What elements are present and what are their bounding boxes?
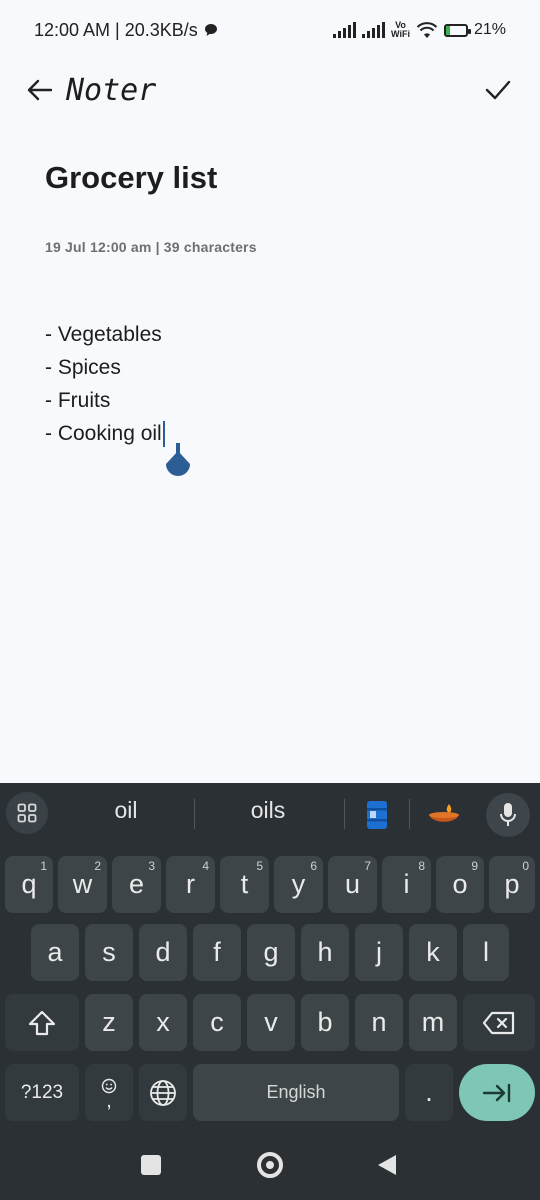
- key-hint: 6: [310, 859, 317, 873]
- space-bar-label: English: [266, 1082, 326, 1102]
- key-v[interactable]: v: [247, 994, 295, 1051]
- key-n[interactable]: n: [355, 994, 403, 1051]
- key-z[interactable]: z: [85, 994, 133, 1051]
- key-label: q: [21, 869, 37, 899]
- note-title-field[interactable]: Grocery list: [45, 160, 217, 196]
- microphone-icon[interactable]: [486, 793, 530, 837]
- diya-lamp-emoji-icon[interactable]: [424, 795, 464, 835]
- keyboard: oil oils q1 w2 e3 r4 t5 y6 u7 i8 o9 p0 a…: [0, 783, 540, 1200]
- key-c[interactable]: c: [193, 994, 241, 1051]
- backspace-icon: [482, 1011, 515, 1034]
- symbols-key-label: ?123: [20, 1081, 64, 1103]
- key-s[interactable]: s: [85, 924, 133, 981]
- recents-square-icon[interactable]: [141, 1155, 161, 1175]
- signal-icon: [333, 22, 357, 38]
- key-x[interactable]: x: [139, 994, 187, 1051]
- suggestion-divider: [344, 799, 345, 829]
- key-h[interactable]: h: [301, 924, 349, 981]
- status-time: 12:00 AM | 20.3KB/s: [34, 19, 198, 40]
- note-line: - Spices: [45, 356, 121, 379]
- key-hint: 9: [471, 859, 478, 873]
- globe-icon: [150, 1079, 176, 1106]
- suggestion-bar: oil oils: [0, 783, 540, 845]
- key-label: o: [452, 869, 468, 899]
- key-f[interactable]: f: [193, 924, 241, 981]
- app-bar: Noter: [0, 60, 540, 120]
- home-circle-icon[interactable]: [257, 1152, 283, 1178]
- status-bar: 12:00 AM | 20.3KB/s Vo WiFi 21%: [0, 0, 540, 60]
- symbols-key[interactable]: ?123: [5, 1064, 79, 1121]
- key-label: y: [291, 869, 306, 899]
- space-bar[interactable]: English: [193, 1064, 399, 1121]
- key-p[interactable]: p0: [489, 856, 535, 913]
- comma-label: ,: [106, 1089, 112, 1112]
- key-w[interactable]: w2: [58, 856, 107, 913]
- chat-notification-icon: [204, 24, 217, 36]
- period-key[interactable]: .: [405, 1064, 453, 1121]
- back-arrow-icon[interactable]: [24, 74, 56, 106]
- shift-key[interactable]: [5, 994, 79, 1051]
- key-a[interactable]: a: [31, 924, 79, 981]
- note-line: - Fruits: [45, 389, 111, 412]
- key-g[interactable]: g: [247, 924, 295, 981]
- note-body-field[interactable]: - Vegetables - Spices - Fruits - Cooking…: [45, 318, 165, 450]
- save-check-icon[interactable]: [480, 72, 516, 108]
- key-label: p: [504, 869, 520, 899]
- key-o[interactable]: o9: [436, 856, 484, 913]
- battery-level: 21%: [473, 21, 506, 38]
- key-l[interactable]: l: [463, 924, 509, 981]
- key-q[interactable]: q1: [5, 856, 53, 913]
- comma-key[interactable]: ,: [85, 1064, 133, 1121]
- key-hint: 4: [202, 859, 209, 873]
- key-label: t: [240, 869, 249, 899]
- key-hint: 8: [418, 859, 425, 873]
- suggestion-divider: [409, 799, 410, 829]
- system-nav-bar: [0, 1130, 540, 1200]
- vowifi-bottom: WiFi: [391, 29, 410, 39]
- key-b[interactable]: b: [301, 994, 349, 1051]
- key-y[interactable]: y6: [274, 856, 323, 913]
- key-hint: 0: [522, 859, 529, 873]
- back-triangle-icon[interactable]: [376, 1154, 398, 1176]
- key-k[interactable]: k: [409, 924, 457, 981]
- key-hint: 3: [148, 859, 155, 873]
- note-line-last: - Cooking oil: [45, 417, 165, 450]
- key-j[interactable]: j: [355, 924, 403, 981]
- enter-key[interactable]: [459, 1064, 535, 1121]
- key-hint: 2: [94, 859, 101, 873]
- keyboard-apps-icon[interactable]: [6, 792, 48, 834]
- suggestion-1[interactable]: oil: [96, 797, 156, 824]
- backspace-key[interactable]: [463, 994, 535, 1051]
- app-title: Noter: [66, 72, 157, 108]
- language-key[interactable]: [139, 1064, 187, 1121]
- key-r[interactable]: r4: [166, 856, 215, 913]
- suggestion-2[interactable]: oils: [236, 797, 300, 824]
- key-label: e: [128, 869, 145, 899]
- suggestion-divider: [194, 799, 195, 829]
- oil-barrel-emoji-icon[interactable]: [357, 795, 397, 835]
- signal-icon: [362, 22, 386, 38]
- key-e[interactable]: e3: [112, 856, 161, 913]
- key-d[interactable]: d: [139, 924, 187, 981]
- key-label: r: [186, 869, 195, 899]
- note-line-text: - Cooking oil: [45, 422, 162, 445]
- key-hint: 1: [40, 859, 47, 873]
- key-m[interactable]: m: [409, 994, 457, 1051]
- battery-icon: [443, 23, 471, 37]
- next-arrow-icon: [482, 1083, 511, 1102]
- vowifi-icon: Vo WiFi: [391, 21, 410, 39]
- key-i[interactable]: i8: [382, 856, 431, 913]
- note-meta: 19 Jul 12:00 am | 39 characters: [45, 239, 257, 255]
- key-label: u: [344, 869, 361, 899]
- key-t[interactable]: t5: [220, 856, 269, 913]
- shift-arrow-icon: [28, 1010, 56, 1035]
- note-line: - Vegetables: [45, 323, 162, 346]
- wifi-icon: [416, 21, 438, 38]
- cursor-handle[interactable]: [163, 443, 193, 480]
- key-u[interactable]: u7: [328, 856, 377, 913]
- key-hint: 7: [364, 859, 371, 873]
- key-label: i: [403, 869, 410, 899]
- key-hint: 5: [256, 859, 263, 873]
- key-label: w: [72, 869, 93, 899]
